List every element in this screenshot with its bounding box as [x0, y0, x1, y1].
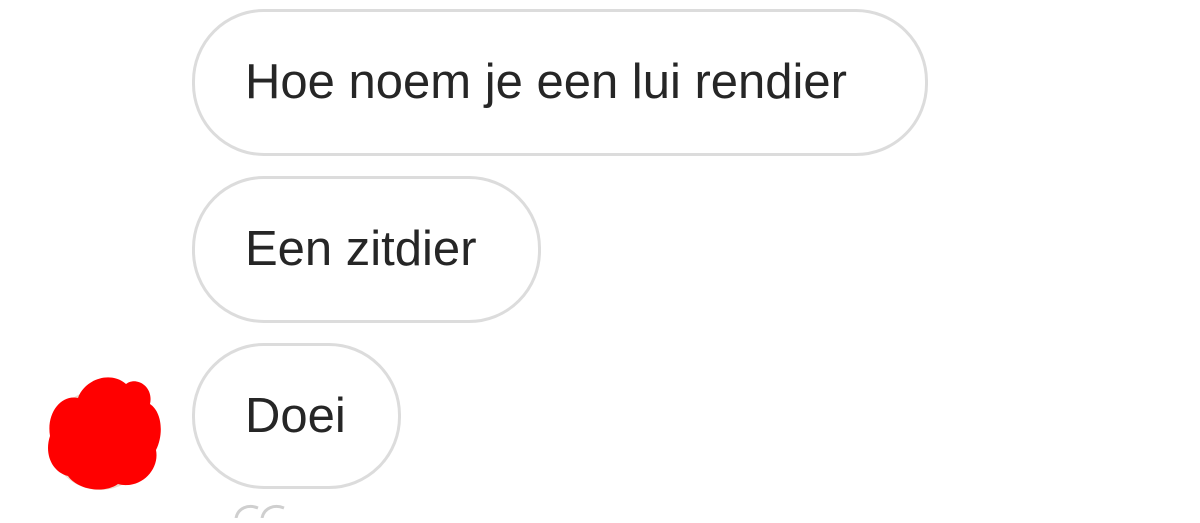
message-text: Hoe noem je een lui rendier	[245, 55, 847, 109]
message-text: Een zitdier	[245, 222, 477, 276]
message-thread: Hoe noem je een lui rendier Een zitdier …	[0, 0, 1200, 519]
reaction-icon[interactable]	[232, 498, 292, 519]
message-bubble[interactable]: Hoe noem je een lui rendier	[192, 9, 928, 156]
message-bubble[interactable]: Doei	[192, 343, 401, 489]
message-text: Doei	[245, 388, 346, 443]
avatar[interactable]	[40, 372, 164, 492]
redacted-avatar-icon	[48, 377, 161, 490]
message-bubble[interactable]: Een zitdier	[192, 176, 541, 323]
